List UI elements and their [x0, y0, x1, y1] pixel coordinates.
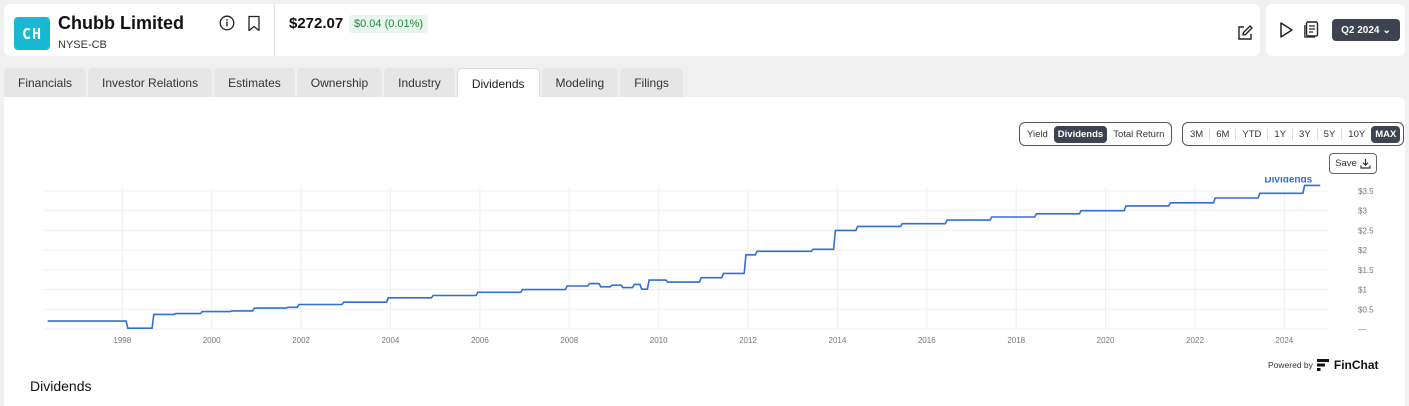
company-name: Chubb Limited: [58, 13, 184, 33]
x-tick-label: 2002: [292, 336, 310, 345]
tab-financials[interactable]: Financials: [4, 68, 87, 98]
header-actions: Q2 2024 ⌄: [1266, 4, 1405, 56]
x-tick-label: 2020: [1097, 336, 1115, 345]
save-button[interactable]: Save: [1329, 153, 1377, 174]
section-title: Dividends: [30, 378, 92, 394]
range-ytd[interactable]: YTD: [1238, 126, 1265, 143]
range-separator: [1316, 128, 1318, 140]
x-tick-label: 2008: [560, 336, 578, 345]
metric-toggle: Yield Dividends Total Return: [1019, 122, 1173, 146]
x-tick-label: 2016: [918, 336, 936, 345]
bookmark-icon[interactable]: [247, 15, 261, 32]
x-tick-label: 2004: [382, 336, 400, 345]
y-tick-label: $0.5: [1358, 305, 1374, 314]
range-1y[interactable]: 1Y: [1270, 126, 1290, 143]
y-tick-label: $1: [1358, 286, 1367, 295]
company-header: CH Chubb Limited NYSE-CB $272.07 $0.04 (…: [4, 4, 1260, 56]
metric-yield[interactable]: Yield: [1023, 126, 1052, 143]
powered-by: Powered by FinChat: [1268, 358, 1379, 372]
quarter-selector[interactable]: Q2 2024 ⌄: [1332, 19, 1400, 41]
finchat-brand: FinChat: [1333, 358, 1379, 372]
y-tick-label: $1.5: [1358, 266, 1374, 275]
x-tick-label: 2022: [1186, 336, 1204, 345]
range-6m[interactable]: 6M: [1212, 126, 1233, 143]
y-tick-label: $3.5: [1358, 187, 1374, 196]
x-tick-label: 2012: [739, 336, 757, 345]
range-separator: [1267, 128, 1269, 140]
range-separator: [1341, 128, 1343, 140]
range-separator: [1209, 128, 1211, 140]
save-label: Save: [1335, 158, 1357, 169]
x-tick-label: 1998: [113, 336, 131, 345]
metric-total-return[interactable]: Total Return: [1109, 126, 1168, 143]
chevron-down-icon: ⌄: [1382, 24, 1391, 36]
y-tick-label: $2.5: [1358, 226, 1374, 235]
download-icon: [1360, 159, 1371, 169]
y-tick-label: —: [1358, 325, 1366, 334]
company-logo: CH: [14, 17, 50, 50]
play-icon[interactable]: [1278, 21, 1294, 39]
x-tick-label: 2014: [829, 336, 847, 345]
dividends-panel: Yield Dividends Total Return 3M 6M YTD 1…: [4, 97, 1405, 406]
price-change-badge: $0.04 (0.01%): [349, 15, 429, 33]
ticker-symbol: NYSE-CB: [58, 39, 107, 51]
x-tick-label: 2024: [1275, 336, 1293, 345]
y-tick-label: $3: [1358, 207, 1367, 216]
metric-dividends[interactable]: Dividends: [1053, 125, 1108, 143]
tab-estimates[interactable]: Estimates: [214, 68, 295, 98]
x-tick-label: 2018: [1007, 336, 1025, 345]
x-tick-label: 2000: [203, 336, 221, 345]
range-separator: [1235, 128, 1237, 140]
tab-ownership[interactable]: Ownership: [296, 68, 383, 98]
range-max[interactable]: MAX: [1371, 125, 1401, 143]
series-line-dividends: [47, 184, 1321, 329]
range-10y[interactable]: 10Y: [1344, 126, 1369, 143]
header: CH Chubb Limited NYSE-CB $272.07 $0.04 (…: [0, 0, 1409, 62]
tab-filings[interactable]: Filings: [620, 68, 683, 98]
range-3m[interactable]: 3M: [1186, 126, 1207, 143]
header-divider: [274, 4, 275, 56]
finchat-logo-icon: [1316, 359, 1329, 371]
dividends-chart: 1998 2000 2002 2004 2006 2008 2010 2012 2014 2016…: [44, 177, 1374, 345]
series-label: Dividends: [1264, 177, 1312, 185]
range-toggle: 3M 6M YTD 1Y 3Y 5Y 10Y MAX: [1182, 122, 1405, 146]
y-tick-label: $2: [1358, 246, 1367, 255]
tab-modeling[interactable]: Modeling: [541, 68, 619, 98]
powered-by-text: Powered by: [1268, 360, 1313, 370]
section-tabs: Financials Investor Relations Estimates …: [4, 68, 683, 98]
range-3y[interactable]: 3Y: [1295, 126, 1315, 143]
stock-price: $272.07: [289, 15, 344, 32]
tab-dividends[interactable]: Dividends: [456, 68, 540, 98]
range-separator: [1292, 128, 1294, 140]
quarter-label: Q2 2024: [1341, 24, 1380, 36]
x-tick-label: 2006: [471, 336, 489, 345]
edit-icon[interactable]: [1236, 24, 1254, 42]
document-icon[interactable]: [1304, 20, 1320, 38]
range-5y[interactable]: 5Y: [1320, 126, 1340, 143]
tab-industry[interactable]: Industry: [384, 68, 455, 98]
tab-investor-relations[interactable]: Investor Relations: [88, 68, 213, 98]
x-tick-label: 2010: [650, 336, 668, 345]
info-icon[interactable]: [219, 15, 235, 31]
